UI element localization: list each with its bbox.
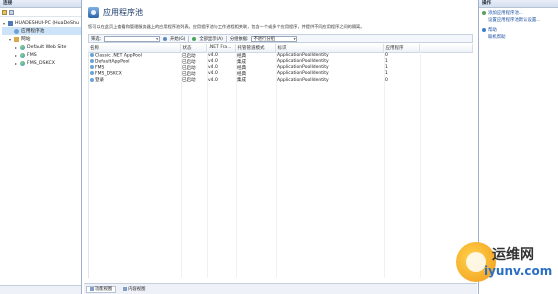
main-content: 应用程序池 您可以在此页上查看和管理服务器上的应用程序池列表。应用程序池与工作进… xyxy=(84,0,477,294)
grid-area xyxy=(88,52,473,278)
filter-input[interactable]: ▾ xyxy=(104,35,161,42)
filter-label: 筛选: xyxy=(91,36,102,42)
features-view-icon xyxy=(90,287,94,291)
group-by-value: 不进行分组 xyxy=(253,36,275,42)
app-pool-icon xyxy=(88,6,99,18)
add-icon xyxy=(482,11,486,16)
view-tabs: 功能视图 内容视图 xyxy=(84,283,477,294)
action-label: 帮助 xyxy=(488,28,497,34)
connections-pane: 连接 ▾ HUADESHUI-PC (HuaDeShu 应用程序池 ▾ 网站 ▸ Defau… xyxy=(0,0,82,294)
group-by-select[interactable]: 不进行分组 ▾ xyxy=(251,35,298,42)
globe-icon xyxy=(20,44,25,50)
connections-header: 连接 xyxy=(0,0,81,8)
show-all-button[interactable]: 全部显示(A) xyxy=(199,36,222,42)
tree-node-label: 应用程序池 xyxy=(21,29,45,34)
tree-node[interactable]: ▸ Default Web Site xyxy=(2,43,81,51)
table-header-row: 名称 状态 .NET Fra... 托管管道模式 标识 应用程序 xyxy=(88,44,473,53)
expander-icon[interactable]: ▾ xyxy=(8,37,12,42)
help-icon xyxy=(482,28,486,33)
action-label: 联机帮助 xyxy=(488,34,506,40)
action-label: 设置应用程序池默认设置... xyxy=(488,17,541,23)
tree-node[interactable]: ▸ FMS_DSKCX xyxy=(2,59,81,67)
go-icon xyxy=(163,36,168,41)
pc-icon xyxy=(8,20,13,26)
connections-toolbar xyxy=(0,8,81,17)
expander-icon[interactable]: ▾ xyxy=(2,21,6,26)
page-header: 应用程序池 xyxy=(84,0,477,24)
chevron-down-icon: ▾ xyxy=(293,36,296,41)
watermark-text: 运维网 xyxy=(492,247,534,263)
tab-content-view[interactable]: 内容视图 xyxy=(119,286,149,293)
separator xyxy=(225,35,227,42)
watermark-domain: iyunv.com xyxy=(484,264,553,278)
separator xyxy=(188,35,190,42)
tree-node-label: HUADESHUI-PC (HuaDeShu xyxy=(15,20,79,26)
column-header[interactable]: .NET Fra... xyxy=(206,44,236,53)
filter-bar: 筛选: ▾ 开始(G) 全部显示(A) 分组依据: 不进行分组 ▾ xyxy=(88,34,473,43)
actions-header: 操作 xyxy=(479,0,558,8)
globe-icon xyxy=(20,60,25,66)
expander-icon[interactable]: ▸ xyxy=(14,61,18,66)
tree-node[interactable]: 应用程序池 xyxy=(2,27,81,35)
connections-tree: ▾ HUADESHUI-PC (HuaDeShu 应用程序池 ▾ 网站 ▸ Default … xyxy=(0,17,81,67)
globe-icon xyxy=(20,52,25,58)
show-all-icon xyxy=(192,36,197,41)
tree-node-label: FMS xyxy=(27,52,37,58)
tree-node[interactable]: ▾ 网站 xyxy=(2,35,81,43)
page-title: 应用程序池 xyxy=(103,7,143,17)
connect-icon[interactable] xyxy=(2,9,7,15)
group-by-label: 分组依据: xyxy=(229,36,249,42)
column-divider xyxy=(207,52,208,278)
watermark: 运维网 iyunv.com xyxy=(456,238,554,286)
column-divider xyxy=(236,52,237,278)
column-divider xyxy=(384,52,385,278)
content-view-icon xyxy=(123,287,128,291)
column-header[interactable]: 托管管道模式 xyxy=(235,44,276,53)
expander-icon[interactable]: ▸ xyxy=(14,45,18,50)
column-divider xyxy=(276,52,277,278)
tab-features-view-label: 功能视图 xyxy=(95,287,113,292)
column-header[interactable]: 标识 xyxy=(275,44,384,53)
column-header-filler xyxy=(419,44,473,53)
actions-pane: 操作 添加应用程序池... 设置应用程序池默认设置... 帮助 联机帮助 运维网 iy… xyxy=(456,0,558,294)
expander-icon[interactable]: ▸ xyxy=(14,53,18,58)
tree-node-label: Default Web Site xyxy=(27,44,67,50)
blank-icon xyxy=(482,18,486,22)
action-label: 添加应用程序池... xyxy=(488,11,523,17)
blank-icon xyxy=(482,35,486,39)
column-header[interactable]: 应用程序 xyxy=(383,44,420,53)
column-divider xyxy=(181,52,182,278)
page-description: 您可以在此页上查看和管理服务器上的应用程序池列表。应用程序池与工作进程相关联，包… xyxy=(88,24,365,29)
tree-node[interactable]: ▸ FMS xyxy=(2,51,81,59)
actions-list: 添加应用程序池... 设置应用程序池默认设置... 帮助 联机帮助 xyxy=(479,8,558,40)
action-link[interactable]: 联机帮助 xyxy=(479,34,558,41)
sites-icon xyxy=(14,36,19,42)
go-button[interactable]: 开始(G) xyxy=(170,36,185,42)
action-link[interactable]: 设置应用程序池默认设置... xyxy=(479,17,558,24)
tab-content-view-label: 内容视图 xyxy=(128,287,146,292)
connections-statusbar xyxy=(0,285,81,294)
pool-icon xyxy=(14,28,19,34)
tree-node-label: FMS_DSKCX xyxy=(27,60,55,66)
tree-node-label: 网站 xyxy=(21,37,31,42)
column-divider xyxy=(420,52,421,278)
save-icon[interactable] xyxy=(9,9,14,15)
column-header[interactable]: 名称 xyxy=(88,44,181,53)
column-header[interactable]: 状态 xyxy=(180,44,207,53)
tree-node[interactable]: ▾ HUADESHUI-PC (HuaDeShu xyxy=(2,19,81,27)
tab-features-view[interactable]: 功能视图 xyxy=(86,285,117,293)
